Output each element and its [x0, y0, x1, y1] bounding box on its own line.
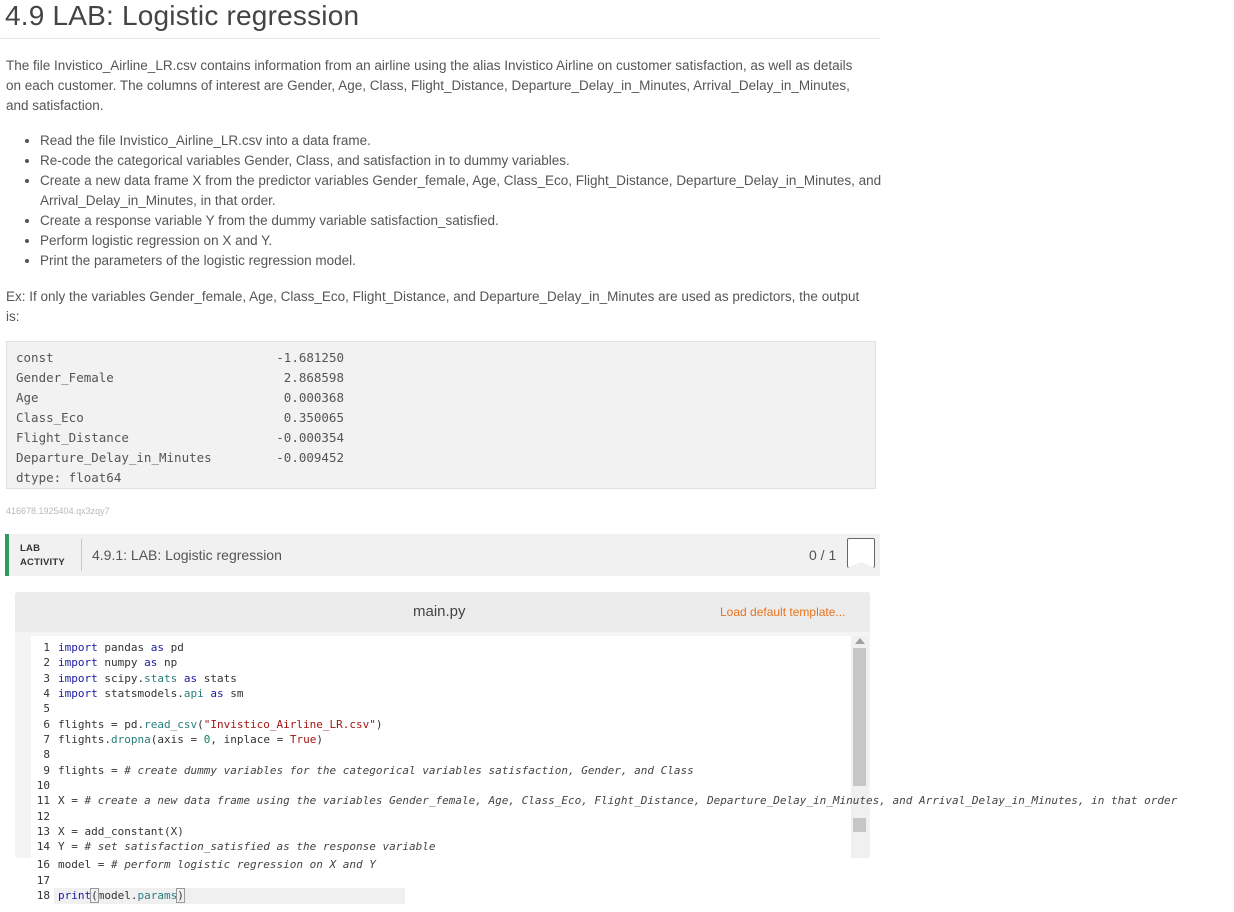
- instruction-item: Print the parameters of the logistic reg…: [40, 251, 910, 271]
- output-row: Age 0.000368: [7, 388, 875, 408]
- instructions-list: Read the file Invistico_Airline_LR.csv i…: [6, 131, 910, 271]
- completion-badge-icon: [847, 538, 875, 568]
- code-line: 5: [43, 702, 50, 715]
- code-line: 16 model = # perform logistic regression …: [36, 858, 376, 871]
- instruction-item: Re-code the categorical variables Gender…: [40, 151, 910, 171]
- code-line: 14 Y = # set satisfaction_satisfied as th…: [36, 840, 436, 853]
- load-default-template-button[interactable]: Load default template...: [720, 605, 845, 619]
- example-output: const -1.681250 Gender_Female 2.868598 A…: [6, 341, 876, 489]
- output-row: Flight_Distance -0.000354: [7, 428, 875, 448]
- instruction-item: Create a new data frame X from the predi…: [40, 171, 910, 211]
- lab-score: 0 / 1: [809, 547, 837, 563]
- editor-toolbar: main.py Load default template...: [15, 592, 870, 632]
- lab-header-divider: [81, 539, 82, 571]
- output-row: Departure_Delay_in_Minutes -0.009452: [7, 448, 875, 468]
- code-line: 9 flights = # create dummy variables for …: [43, 764, 694, 777]
- code-line: 17: [36, 874, 50, 887]
- title-divider: [0, 38, 880, 39]
- instruction-item: Read the file Invistico_Airline_LR.csv i…: [40, 131, 910, 151]
- code-line: 6 flights = pd.read_csv("Invistico_Airlin…: [43, 718, 383, 731]
- intro-paragraph: The file Invistico_Airline_LR.csv contai…: [6, 58, 853, 113]
- code-line: 4 import statsmodels.api as sm: [43, 687, 244, 700]
- code-line: 2 import numpy as np: [43, 656, 178, 669]
- output-row: const -1.681250: [7, 348, 875, 368]
- output-dtype-row: dtype: float64: [7, 468, 875, 488]
- code-line: 10: [36, 779, 50, 792]
- output-value: -0.009452: [276, 450, 344, 465]
- output-row: Class_Eco 0.350065: [7, 408, 875, 428]
- code-line: 13 X = add_constant(X): [36, 825, 184, 838]
- output-name: const: [16, 350, 54, 365]
- output-name: Gender_Female: [16, 370, 114, 385]
- code-line: 11 X = # create a new data frame using th…: [36, 794, 1178, 807]
- output-value: 0.000368: [283, 390, 344, 405]
- code-content[interactable]: 1 import pandas as pd 2 import numpy as np…: [30, 640, 1234, 912]
- code-line: 8: [43, 748, 50, 761]
- output-name: Class_Eco: [16, 410, 84, 425]
- output-name: Departure_Delay_in_Minutes: [16, 450, 212, 465]
- output-name: Flight_Distance: [16, 430, 129, 445]
- output-value: 2.868598: [283, 370, 344, 385]
- output-value: -0.000354: [276, 430, 344, 445]
- lab-tag-line: LAB: [20, 543, 41, 554]
- code-line: 7 flights.dropna(axis = 0, inplace = True…: [43, 733, 323, 746]
- page-title: 4.9 LAB: Logistic regression: [5, 0, 360, 31]
- file-name: main.py: [413, 603, 466, 620]
- output-name: Age: [16, 390, 39, 405]
- lab-activity-tag: LAB ACTIVITY: [20, 542, 65, 570]
- example-text: Ex: If only the variables Gender_female,…: [6, 289, 860, 324]
- instruction-item: Perform logistic regression on X and Y.: [40, 231, 910, 251]
- output-value: -1.681250: [276, 350, 344, 365]
- content-id: 416678.1925404.qx3zqy7: [6, 506, 110, 516]
- output-dtype: dtype: float64: [16, 470, 122, 485]
- code-line: 3 import scipy.stats as stats: [43, 672, 237, 685]
- lab-activity-header: LAB ACTIVITY 4.9.1: LAB: Logistic regres…: [5, 534, 880, 576]
- code-line: 18 print(model.params): [36, 888, 185, 903]
- output-value: 0.350065: [283, 410, 344, 425]
- output-row: Gender_Female 2.868598: [7, 368, 875, 388]
- lab-tag-line: ACTIVITY: [20, 557, 65, 568]
- code-line: 1 import pandas as pd: [43, 641, 184, 654]
- code-line: 12: [36, 810, 50, 823]
- instruction-item: Create a response variable Y from the du…: [40, 211, 910, 231]
- lab-title: 4.9.1: LAB: Logistic regression: [92, 547, 282, 563]
